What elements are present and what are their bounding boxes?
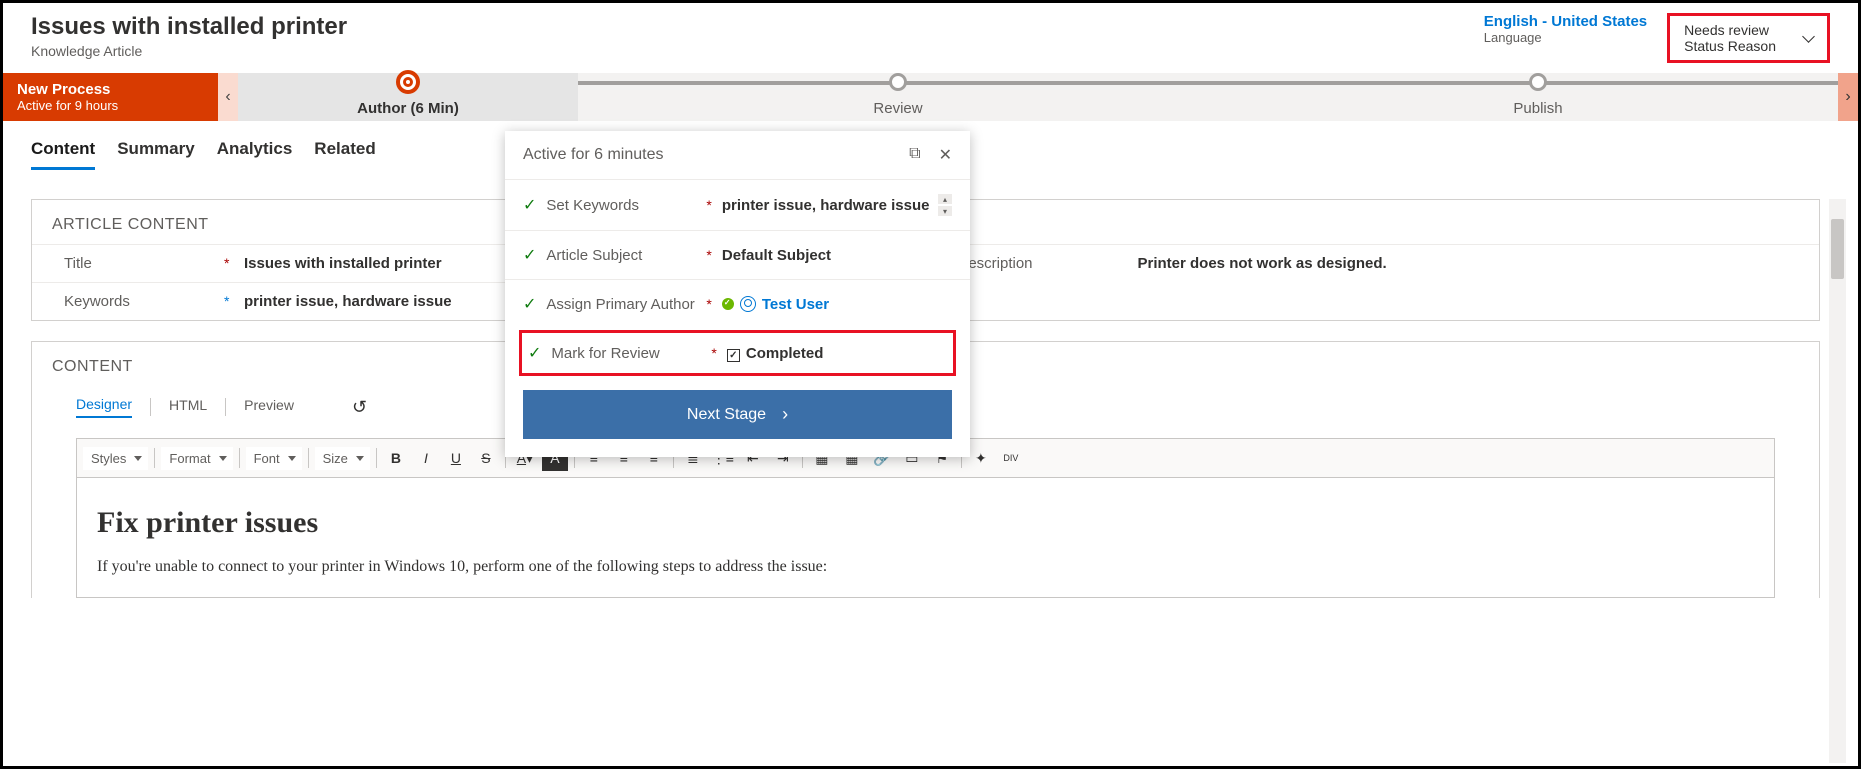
flyout-row-keywords[interactable]: ✓ Set Keywords * printer issue, hardware… [505, 179, 970, 230]
required-star-icon: * [706, 197, 711, 213]
flyout-value: ✓ Completed [727, 345, 947, 362]
flyout-title: Active for 6 minutes [523, 146, 664, 164]
editor-tab-preview[interactable]: Preview [244, 397, 294, 417]
separator [154, 448, 155, 468]
field-value: printer issue, hardware issue [244, 293, 452, 310]
check-icon: ✓ [528, 343, 541, 363]
stage-publish[interactable]: Publish [1218, 73, 1858, 121]
popout-icon[interactable]: ⧉ [909, 145, 920, 165]
scrollbar[interactable] [1829, 199, 1846, 763]
editor-tab-designer[interactable]: Designer [76, 396, 132, 418]
process-duration: Active for 9 hours [17, 98, 204, 113]
font-select[interactable]: Font [246, 447, 302, 470]
content-paragraph: If you're unable to connect to your prin… [97, 558, 1754, 576]
underline-icon[interactable]: U [443, 445, 469, 471]
bold-icon[interactable]: B [383, 445, 409, 471]
required-star-icon: * [224, 255, 244, 272]
separator [376, 448, 377, 468]
field-label: Keywords [64, 293, 224, 310]
italic-icon[interactable]: I [413, 445, 439, 471]
separator [239, 448, 240, 468]
div-icon[interactable]: DIV [998, 445, 1024, 471]
next-stage-button[interactable]: Next Stage › [523, 390, 952, 439]
check-icon: ✓ [523, 245, 536, 265]
check-icon: ✓ [523, 294, 536, 314]
close-icon[interactable]: ✕ [939, 145, 952, 165]
format-select[interactable]: Format [161, 447, 232, 470]
process-bar: New Process Active for 9 hours ‹ Author … [3, 73, 1858, 121]
status-reason-field[interactable]: Needs review Status Reason [1667, 13, 1830, 63]
user-icon [740, 296, 756, 312]
spinner-control[interactable]: ▴▾ [938, 194, 952, 216]
flyout-row-mark-review[interactable]: ✓ Mark for Review * ✓ Completed [519, 330, 956, 376]
field-value: Issues with installed printer [244, 255, 442, 272]
language-label: Language [1484, 30, 1647, 45]
tab-content[interactable]: Content [31, 139, 95, 170]
flyout-row-subject[interactable]: ✓ Article Subject * Default Subject [505, 230, 970, 279]
flyout-label: Set Keywords [546, 197, 706, 214]
flyout-label: Assign Primary Author [546, 296, 706, 313]
flyout-label: Mark for Review [551, 345, 711, 362]
process-name[interactable]: New Process Active for 9 hours [3, 73, 218, 121]
content-heading: Fix printer issues [97, 506, 1754, 540]
flyout-value-user: Test User [722, 296, 952, 313]
stage-flyout: Active for 6 minutes ⧉ ✕ ✓ Set Keywords … [505, 131, 970, 457]
page-title: Issues with installed printer [31, 13, 347, 41]
required-star-icon: * [711, 345, 716, 361]
checkbox-icon[interactable]: ✓ [727, 349, 740, 362]
check-icon: ✓ [523, 195, 536, 215]
stage-circle-icon [1529, 73, 1547, 91]
separator [150, 398, 151, 416]
stage-label: Review [873, 100, 922, 117]
entity-type: Knowledge Article [31, 43, 347, 59]
language-field[interactable]: English - United States Language [1484, 13, 1647, 45]
button-label: Next Stage [687, 406, 766, 424]
editor-body[interactable]: Fix printer issues If you're unable to c… [76, 478, 1775, 598]
user-name: Test User [762, 296, 829, 313]
stage-author[interactable]: Author (6 Min) [238, 73, 578, 121]
stage-label: Publish [1513, 100, 1562, 117]
language-value: English - United States [1484, 13, 1647, 30]
checkbox-label: Completed [746, 345, 824, 362]
size-select[interactable]: Size [315, 447, 370, 470]
required-star-icon: * [706, 247, 711, 263]
field-label: Title [64, 255, 224, 272]
flyout-value: printer issue, hardware issue [722, 197, 938, 214]
stage-label: Author (6 Min) [357, 100, 459, 117]
presence-icon [722, 298, 734, 310]
tab-analytics[interactable]: Analytics [217, 139, 293, 170]
strike-icon[interactable]: S [473, 445, 499, 471]
stage-circle-icon [889, 73, 907, 91]
field-value: Printer does not work as designed. [1138, 255, 1387, 272]
stage-circle-icon [396, 70, 420, 94]
recommended-star-icon: * [224, 293, 244, 310]
tab-summary[interactable]: Summary [117, 139, 194, 170]
process-title: New Process [17, 81, 204, 98]
required-star-icon [1118, 255, 1138, 272]
process-prev-arrow[interactable]: ‹ [218, 73, 238, 121]
arrow-right-icon: › [782, 404, 788, 425]
flyout-row-author[interactable]: ✓ Assign Primary Author * Test User [505, 279, 970, 328]
separator [308, 448, 309, 468]
scrollbar-thumb[interactable] [1831, 219, 1844, 279]
status-label: Status Reason [1684, 38, 1776, 54]
stage-review[interactable]: Review [578, 73, 1218, 121]
status-value: Needs review [1684, 22, 1776, 38]
field-label: Description [958, 255, 1118, 272]
separator [225, 398, 226, 416]
styles-select[interactable]: Styles [83, 447, 148, 470]
undo-icon[interactable]: ↺ [352, 397, 367, 418]
flyout-label: Article Subject [546, 247, 706, 264]
chevron-down-icon [1802, 30, 1815, 43]
editor-tab-html[interactable]: HTML [169, 397, 207, 417]
description-field[interactable]: Description Printer does not work as des… [926, 244, 1820, 282]
required-star-icon: * [706, 296, 711, 312]
flyout-value: Default Subject [722, 247, 952, 264]
sparkle-icon[interactable]: ✦ [968, 445, 994, 471]
tab-related[interactable]: Related [314, 139, 375, 170]
